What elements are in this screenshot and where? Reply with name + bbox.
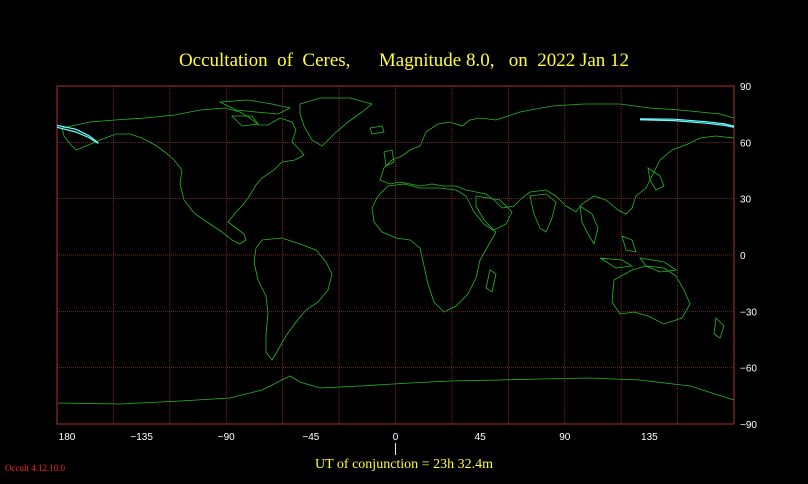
coast-north-america [61, 107, 305, 245]
lon-tick-label: −90 [218, 432, 235, 443]
software-version: Occult 4.12.10.0 [5, 463, 65, 473]
lat-tick-label: −30 [740, 307, 757, 318]
conjunction-marker [395, 443, 396, 455]
coast-india [529, 193, 557, 233]
lon-tick-label: 45 [475, 432, 487, 443]
lat-lon-grid [56, 85, 735, 425]
latitude-labels: 90 60 30 0 −30 −60 −90 [740, 82, 757, 431]
lon-tick-label: −45 [302, 432, 319, 443]
lon-tick-label: 90 [559, 432, 571, 443]
coast-south-america [253, 237, 333, 361]
coast-arabia [475, 195, 513, 231]
coast-greenland [299, 97, 373, 147]
coast-africa [371, 183, 497, 313]
coast-madagascar [485, 269, 497, 293]
lat-tick-label: −90 [740, 420, 757, 431]
occultation-map: 180 −135 −90 −45 0 45 90 135 90 60 30 0 −30 −60 −90 [56, 82, 757, 443]
coastlines [57, 97, 735, 405]
lon-tick-label: 180 [59, 432, 76, 443]
lat-tick-label: 30 [740, 195, 752, 206]
lon-tick-label: −135 [130, 432, 153, 443]
longitude-labels: 180 −135 −90 −45 0 45 90 135 [59, 432, 658, 443]
lat-tick-label: 90 [740, 82, 752, 93]
coast-new-zealand [713, 317, 725, 339]
coast-british-isles [383, 149, 395, 167]
ut-conjunction-label: UT of conjunction = 23h 32.4m [315, 457, 493, 472]
coast-antarctica [57, 375, 735, 405]
coast-southeast-asia [579, 205, 637, 269]
lat-tick-label: 60 [740, 138, 752, 149]
lon-tick-label: 0 [393, 432, 399, 443]
coast-new-guinea [639, 257, 678, 273]
lon-tick-label: 135 [641, 432, 658, 443]
lat-tick-label: 0 [740, 251, 746, 262]
coast-australia [611, 265, 691, 325]
coast-iceland [369, 125, 385, 135]
lat-tick-label: −60 [740, 364, 757, 375]
coast-eurasia [379, 103, 735, 215]
